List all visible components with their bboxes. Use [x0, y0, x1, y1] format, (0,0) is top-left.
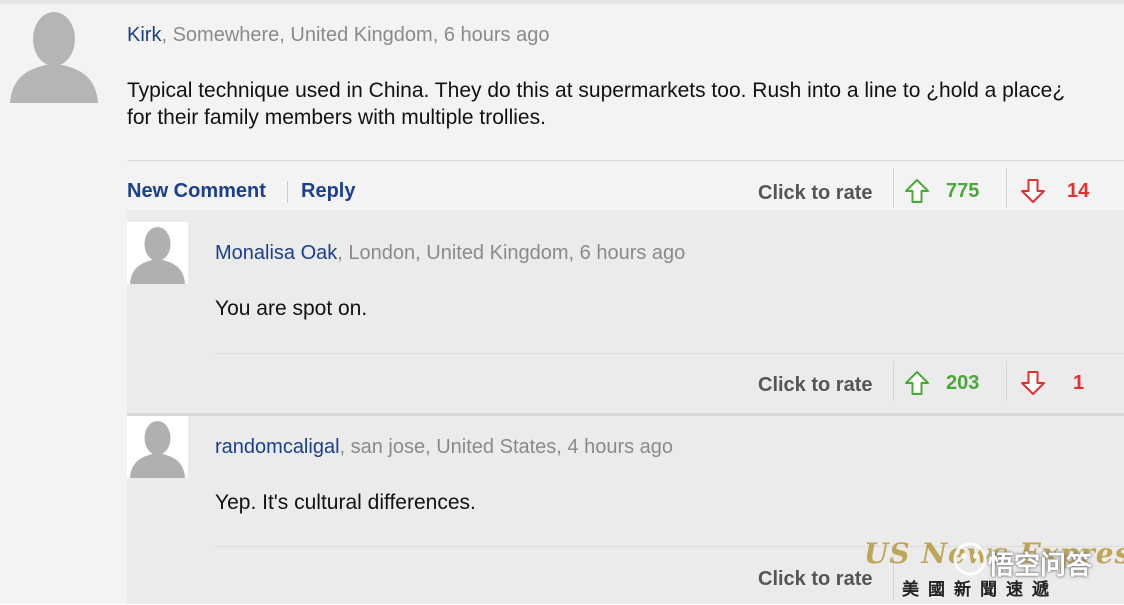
default-avatar-icon	[6, 5, 102, 103]
rate-divider	[893, 361, 894, 401]
action-separator	[287, 181, 288, 203]
comment-meta: Kirk, Somewhere, United Kingdom, 6 hours…	[127, 24, 549, 47]
reply-button[interactable]: Reply	[301, 180, 355, 203]
rate-divider	[893, 555, 894, 600]
comment-action-bar	[215, 546, 1124, 605]
click-to-rate-label: Click to rate	[758, 182, 873, 204]
avatar[interactable]	[6, 5, 102, 103]
click-to-rate-label: Click to rate	[758, 374, 873, 396]
comment-meta: randomcaligal, san jose, United States, …	[215, 436, 673, 459]
comment-text: Yep. It's cultural differences.	[215, 491, 476, 514]
downvote-count: 1	[1073, 372, 1085, 394]
arrow-down-icon[interactable]	[1020, 370, 1046, 396]
rate-divider	[893, 168, 894, 208]
arrow-down-icon[interactable]	[1020, 178, 1046, 204]
comment-thread: Kirk, Somewhere, United Kingdom, 6 hours…	[0, 0, 1124, 604]
vote-divider	[1006, 361, 1007, 401]
upvote-count: 775	[946, 180, 980, 202]
author-link[interactable]: randomcaligal	[215, 436, 340, 458]
upvote-count: 203	[946, 372, 980, 394]
top-divider	[0, 0, 1124, 4]
location-time: , san jose, United States, 4 hours ago	[339, 436, 674, 458]
arrow-up-icon[interactable]	[904, 178, 930, 204]
default-avatar-icon	[127, 416, 188, 478]
avatar[interactable]	[127, 416, 188, 478]
click-to-rate-label: Click to rate	[758, 568, 873, 590]
default-avatar-icon	[127, 222, 188, 284]
location-time: , London, United Kingdom, 6 hours ago	[337, 242, 686, 264]
comment-action-bar	[215, 353, 1124, 404]
author-link[interactable]: Monalisa Oak	[215, 242, 337, 264]
location-time: , Somewhere, United Kingdom, 6 hours ago	[161, 24, 550, 46]
vote-divider	[1006, 168, 1007, 208]
avatar[interactable]	[127, 222, 188, 284]
author-link[interactable]: Kirk	[127, 24, 161, 46]
downvote-count: 14	[1067, 180, 1090, 202]
arrow-up-icon[interactable]	[904, 370, 930, 396]
new-comment-button[interactable]: New Comment	[127, 180, 266, 203]
comment-meta: Monalisa Oak, London, United Kingdom, 6 …	[215, 242, 685, 265]
comment-text: You are spot on.	[215, 297, 368, 320]
comment-text: Typical technique used in China. They do…	[127, 79, 1066, 129]
